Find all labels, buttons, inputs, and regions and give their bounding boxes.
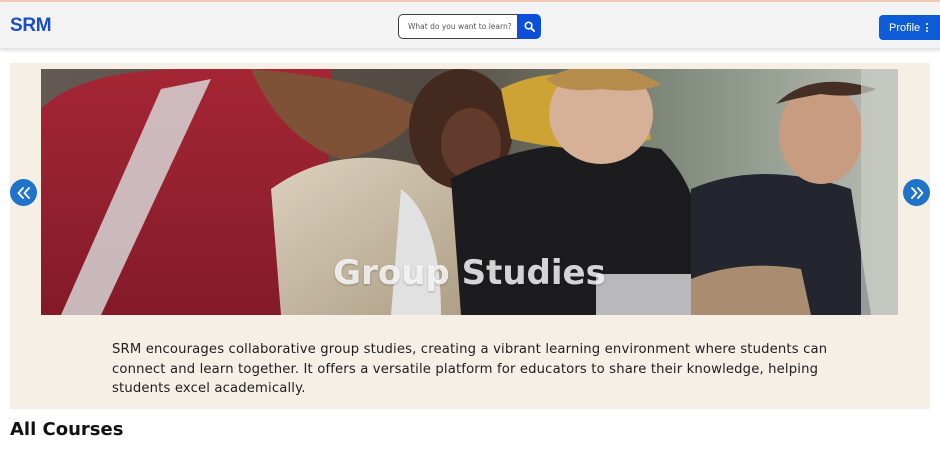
carousel-slide: Group Studies — [41, 69, 898, 315]
search-button[interactable] — [517, 14, 541, 39]
carousel-caption: SRM encourages collaborative group studi… — [112, 342, 828, 397]
search-input[interactable] — [398, 14, 519, 39]
kebab-menu-icon — [926, 23, 929, 32]
search-icon — [523, 21, 535, 32]
navbar: SRM Profile — [0, 2, 940, 49]
profile-button-label: Profile — [889, 21, 921, 34]
double-chevron-left-icon — [17, 186, 30, 199]
brand-logo[interactable]: SRM — [10, 15, 52, 37]
section-title-all-courses: All Courses — [10, 419, 124, 440]
carousel-next-button[interactable] — [903, 179, 930, 206]
double-chevron-right-icon — [910, 186, 923, 199]
carousel-prev-button[interactable] — [10, 179, 37, 206]
slide-title: Group Studies — [333, 253, 606, 293]
search-bar — [398, 14, 542, 39]
hero-carousel: Group Studies SRM encourages collaborati… — [10, 63, 930, 409]
profile-button[interactable]: Profile — [879, 15, 940, 40]
